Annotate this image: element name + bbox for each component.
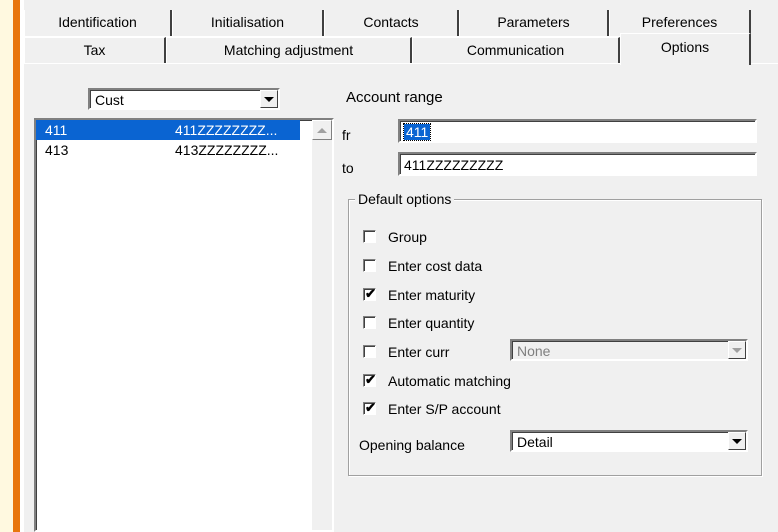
opening-balance-value: Detail (517, 434, 553, 450)
window-edge-accent (13, 0, 24, 532)
enter-sp-account-checkbox[interactable]: ✔ (363, 400, 376, 415)
tab-row-2: Tax Matching adjustment Communication Op… (24, 33, 751, 65)
account-list[interactable]: 411 411ZZZZZZZZ... 413 413ZZZZZZZZ... (34, 118, 334, 532)
account-range: 413ZZZZZZZZ... (175, 142, 279, 158)
checkmark-icon: ✔ (365, 400, 376, 415)
account-range: 411ZZZZZZZZ... (175, 122, 278, 138)
account-code: 413 (45, 142, 69, 158)
group-checkbox[interactable] (363, 230, 376, 243)
enter-curr-label: Enter curr (388, 344, 450, 360)
chevron-down-icon[interactable] (728, 341, 746, 359)
tab-identification[interactable]: Identification (24, 10, 172, 36)
checkmark-icon: ✔ (365, 286, 376, 301)
currency-value: None (517, 343, 551, 359)
checkmark-icon: ✔ (365, 372, 376, 387)
enter-maturity-checkbox[interactable]: ✔ (363, 286, 376, 301)
default-options-title: Default options (355, 190, 455, 208)
to-label: to (342, 160, 354, 176)
enter-quantity-checkbox[interactable] (363, 316, 376, 329)
tab-options[interactable]: Options (620, 33, 751, 65)
opening-balance-select[interactable]: Detail (510, 430, 748, 452)
automatic-matching-label: Automatic matching (388, 373, 511, 389)
chevron-down-icon[interactable] (260, 90, 278, 108)
tab-tax[interactable]: Tax (24, 37, 166, 63)
account-code: 411 (45, 122, 68, 138)
tab-initialisation[interactable]: Initialisation (172, 10, 324, 36)
account-range-title: Account range (346, 89, 443, 106)
enter-sp-account-label: Enter S/P account (388, 401, 501, 417)
list-item[interactable]: 413 413ZZZZZZZZ... (36, 140, 300, 160)
enter-curr-checkbox[interactable] (363, 345, 376, 358)
account-to-field[interactable]: 411ZZZZZZZZZ (398, 152, 757, 176)
scroll-up-icon[interactable] (312, 120, 332, 140)
tab-contacts[interactable]: Contacts (324, 10, 459, 36)
list-scrollbar[interactable] (312, 120, 332, 530)
chevron-down-icon[interactable] (728, 432, 746, 450)
tab-matching-adjustment[interactable]: Matching adjustment (166, 37, 412, 63)
enter-cost-data-label: Enter cost data (388, 258, 483, 274)
enter-quantity-label: Enter quantity (388, 315, 475, 331)
group-label: Group (388, 229, 427, 245)
account-from-field[interactable]: 411 (398, 119, 757, 143)
account-type-select[interactable]: Cust (88, 88, 280, 110)
tab-parameters[interactable]: Parameters (459, 10, 609, 36)
opening-balance-label: Opening balance (359, 437, 465, 453)
currency-select[interactable]: None (510, 339, 748, 361)
tab-communication[interactable]: Communication (412, 37, 620, 63)
list-item[interactable]: 411 411ZZZZZZZZ... (36, 120, 300, 140)
from-label: fr (342, 127, 351, 143)
account-type-value: Cust (95, 92, 124, 108)
automatic-matching-checkbox[interactable]: ✔ (363, 372, 376, 387)
account-to-value: 411ZZZZZZZZZ (404, 157, 504, 173)
enter-maturity-label: Enter maturity (388, 287, 476, 303)
enter-cost-data-checkbox[interactable] (363, 259, 376, 272)
options-dialog: Identification Initialisation Contacts P… (24, 0, 778, 532)
account-from-value: 411 (402, 123, 432, 141)
